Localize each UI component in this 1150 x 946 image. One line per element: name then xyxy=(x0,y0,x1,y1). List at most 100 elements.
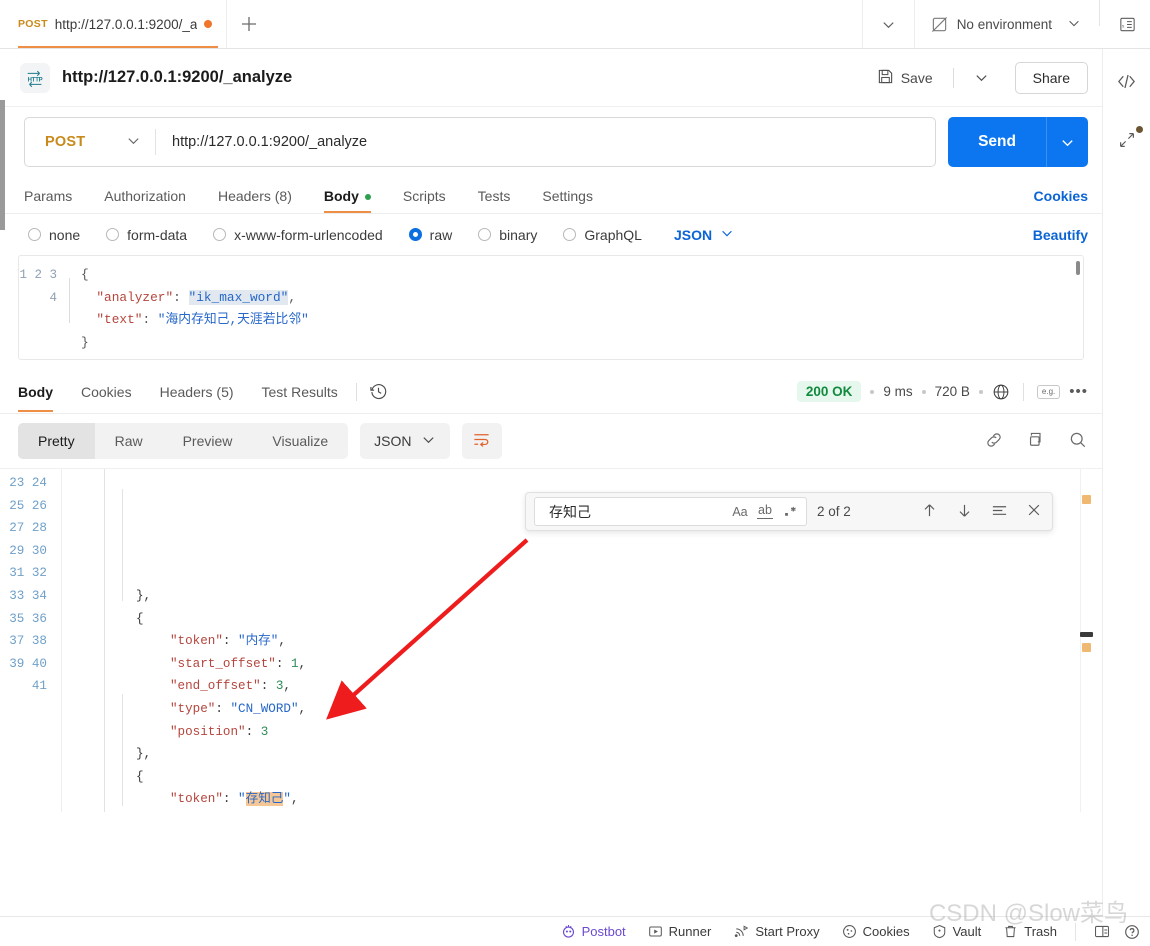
req-key-text: "text" xyxy=(96,312,143,327)
footer-cookies[interactable]: Cookies xyxy=(842,924,910,939)
save-button[interactable]: Save xyxy=(877,68,933,88)
whole-word-icon[interactable]: ab xyxy=(757,504,773,519)
response-scrollbar-thumb[interactable] xyxy=(1080,632,1093,637)
url-bar-row: POST Send xyxy=(0,107,1102,177)
request-editor-scrollbar[interactable] xyxy=(1076,261,1080,275)
response-code-line: { xyxy=(62,766,1102,789)
environment-quick-look-button[interactable]: x xyxy=(1104,0,1150,48)
http-protocol-icon: HTTP xyxy=(20,62,50,93)
close-icon[interactable] xyxy=(1026,502,1042,521)
footer-start-proxy[interactable]: Start Proxy xyxy=(733,924,820,939)
radio-urlencoded-icon xyxy=(213,228,227,241)
footer-runner[interactable]: Runner xyxy=(648,924,711,939)
send-group: Send xyxy=(948,117,1088,167)
radio-raw-icon xyxy=(408,228,422,241)
footer-postbot[interactable]: Postbot xyxy=(561,924,626,939)
response-tab-headers[interactable]: Headers (5) xyxy=(160,371,234,412)
tab-list-chevron-button[interactable] xyxy=(861,0,914,48)
tab-tests[interactable]: Tests xyxy=(478,188,511,213)
more-options-icon[interactable]: ••• xyxy=(1069,383,1088,400)
footer-postbot-label: Postbot xyxy=(581,924,626,939)
body-format-selector[interactable]: JSON xyxy=(674,226,734,243)
footer-vault[interactable]: Vault xyxy=(932,924,982,939)
link-icon[interactable] xyxy=(984,430,1004,453)
left-sidebar-handle[interactable] xyxy=(0,100,5,230)
body-type-graphql-label: GraphQL xyxy=(584,226,642,243)
body-type-raw[interactable]: raw xyxy=(408,227,452,243)
view-preview[interactable]: Preview xyxy=(163,423,253,459)
history-icon[interactable] xyxy=(369,382,388,401)
find-input[interactable] xyxy=(547,502,732,521)
response-format-selector[interactable]: JSON xyxy=(360,423,450,459)
save-options-chevron-down-icon[interactable] xyxy=(974,70,989,85)
req-value-text: "海内存知己,天涯若比邻" xyxy=(157,312,309,327)
tab-params[interactable]: Params xyxy=(24,188,72,213)
fold-guide xyxy=(69,278,70,323)
tab-body[interactable]: Body xyxy=(323,188,371,213)
http-method-label: POST xyxy=(45,134,86,150)
body-type-binary[interactable]: binary xyxy=(478,227,537,243)
regex-icon[interactable] xyxy=(782,505,798,518)
environment-label: No environment xyxy=(956,16,1052,32)
status-badge: 200 OK xyxy=(796,381,862,402)
code-token: : xyxy=(222,634,239,649)
tabbar-spacer xyxy=(271,0,861,48)
code-token: , xyxy=(278,634,286,649)
footer-help[interactable] xyxy=(1124,924,1140,940)
footer-trash[interactable]: Trash xyxy=(1003,924,1057,939)
url-input[interactable] xyxy=(156,134,936,150)
meta-separator-dot-3 xyxy=(978,389,983,394)
request-tab-method: POST xyxy=(18,18,48,30)
request-header: HTTP http://127.0.0.1:9200/_analyze Save… xyxy=(0,49,1102,107)
body-type-graphql[interactable]: GraphQL xyxy=(563,227,642,243)
body-type-none[interactable]: none xyxy=(28,227,80,243)
send-button[interactable]: Send xyxy=(948,117,1046,167)
body-type-form-data[interactable]: form-data xyxy=(106,227,187,243)
arrow-up-icon[interactable] xyxy=(921,502,938,522)
footer-layout-toggle[interactable] xyxy=(1094,924,1110,939)
code-token: }, xyxy=(136,588,152,603)
request-editor-code[interactable]: { "analyzer": "ik_max_word", "text": "海内… xyxy=(67,256,1083,359)
response-tab-test-results[interactable]: Test Results xyxy=(262,371,338,412)
radio-form-data-icon xyxy=(106,228,120,241)
word-wrap-toggle[interactable] xyxy=(461,423,502,459)
http-method-selector[interactable]: POST xyxy=(25,118,155,166)
environment-chevron-down-icon xyxy=(1067,16,1081,33)
request-body-editor[interactable]: 1 2 3 4 { "analyzer": "ik_max_word", "te… xyxy=(18,255,1084,360)
response-tab-cookies[interactable]: Cookies xyxy=(81,371,132,412)
send-options-chevron-down-icon[interactable] xyxy=(1046,117,1088,167)
view-raw[interactable]: Raw xyxy=(95,423,163,459)
code-token: : xyxy=(260,679,276,694)
tab-headers[interactable]: Headers (8) xyxy=(218,188,292,213)
response-code-line: "end_offset": 3, xyxy=(62,675,1102,698)
copy-icon[interactable] xyxy=(1026,430,1046,453)
match-case-icon[interactable]: Aa xyxy=(732,505,748,519)
tab-authorization[interactable]: Authorization xyxy=(104,188,186,213)
response-code-line: { xyxy=(62,608,1102,631)
code-snippet-icon[interactable] xyxy=(1116,71,1137,92)
response-tab-body[interactable]: Body xyxy=(18,371,53,412)
list-all-icon[interactable] xyxy=(991,502,1008,522)
arrow-down-icon[interactable] xyxy=(956,502,973,522)
search-match-highlight: 存知己 xyxy=(245,792,284,807)
unsaved-changes-dot xyxy=(204,20,213,28)
two-pane-icon xyxy=(1094,924,1110,939)
globe-icon[interactable] xyxy=(992,383,1010,401)
beautify-button[interactable]: Beautify xyxy=(1033,227,1088,243)
response-scrollbar[interactable] xyxy=(1080,469,1093,812)
request-cookies-link[interactable]: Cookies xyxy=(1034,188,1088,213)
example-badge[interactable]: e.g. xyxy=(1036,384,1061,399)
tab-scripts[interactable]: Scripts xyxy=(403,188,446,213)
footer-vault-label: Vault xyxy=(952,924,982,939)
body-type-binary-label: binary xyxy=(499,226,538,243)
view-pretty[interactable]: Pretty xyxy=(18,423,95,459)
expand-collapse-icon[interactable] xyxy=(1117,126,1143,150)
view-visualize[interactable]: Visualize xyxy=(252,423,348,459)
tab-settings[interactable]: Settings xyxy=(542,188,593,213)
request-tab-active[interactable]: POST http://127.0.0.1:9200/_a xyxy=(0,0,228,48)
environment-selector[interactable]: No environment xyxy=(913,0,1095,48)
body-type-urlencoded[interactable]: x-www-form-urlencoded xyxy=(213,227,383,243)
search-icon[interactable] xyxy=(1068,430,1088,453)
new-tab-button[interactable] xyxy=(227,0,271,48)
share-button[interactable]: Share xyxy=(1014,61,1088,94)
